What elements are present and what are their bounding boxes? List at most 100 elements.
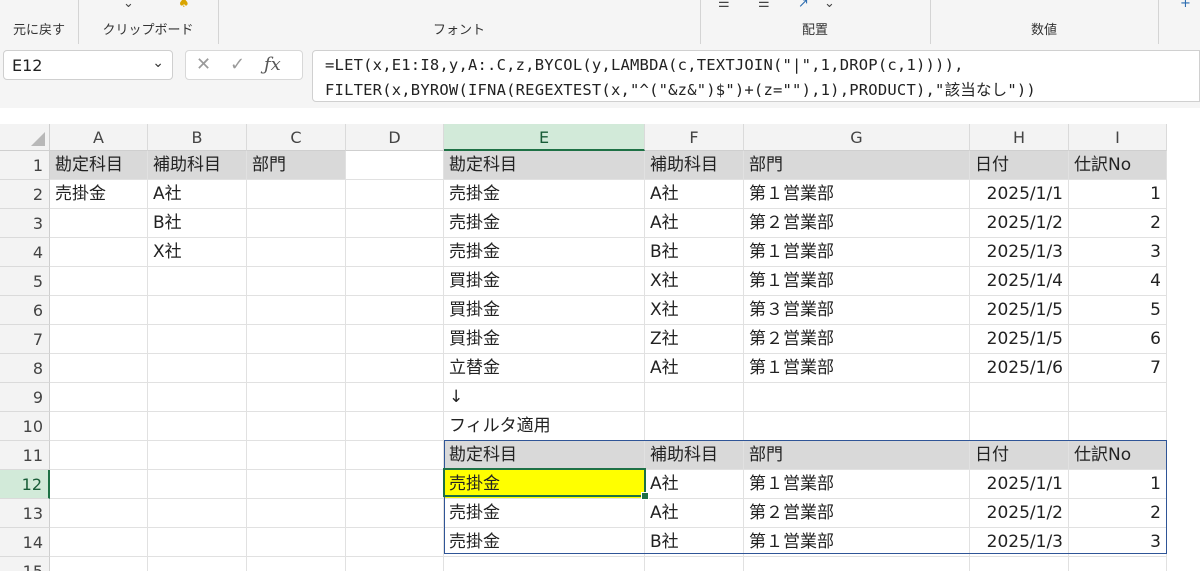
cell-b1[interactable]: 補助科目 (148, 151, 247, 180)
column-header-i[interactable]: I (1069, 124, 1167, 151)
cell-a8[interactable] (50, 354, 148, 383)
cell-f10[interactable] (645, 412, 744, 441)
cell-g12[interactable]: 第１営業部 (744, 470, 970, 499)
cell-h2[interactable]: 2025/1/1 (970, 180, 1069, 209)
cell-e12[interactable]: 売掛金 (444, 470, 645, 499)
enter-icon[interactable]: ✓ (230, 54, 245, 75)
cell-h8[interactable]: 2025/1/6 (970, 354, 1069, 383)
alignment-group[interactable]: ☰ ☰ ↗ ⌄ 配置 (700, 0, 931, 44)
column-header-d[interactable]: D (346, 124, 444, 151)
worksheet-grid[interactable]: A B C D E F G H I 1 勘定科目 補助科目 部門 勘定科目 補助科目 部門 日付 仕訳No 2 売掛金… (0, 124, 1200, 571)
row-header-7[interactable]: 7 (0, 325, 50, 354)
cell-g7[interactable]: 第２営業部 (744, 325, 970, 354)
cell-i10[interactable] (1069, 412, 1167, 441)
cell-d4[interactable] (346, 238, 444, 267)
cell-d5[interactable] (346, 267, 444, 296)
cell-e14[interactable]: 売掛金 (444, 528, 645, 557)
cell-d11[interactable] (346, 441, 444, 470)
column-header-e[interactable]: E (444, 124, 645, 151)
cell-d6[interactable] (346, 296, 444, 325)
cell-a13[interactable] (50, 499, 148, 528)
cell-c11[interactable] (247, 441, 346, 470)
cell-d8[interactable] (346, 354, 444, 383)
cell-f7[interactable]: Z社 (645, 325, 744, 354)
cell-b9[interactable] (148, 383, 247, 412)
cell-h13[interactable]: 2025/1/2 (970, 499, 1069, 528)
cell-b4[interactable]: X社 (148, 238, 247, 267)
decrease-indent-icon[interactable]: ☰ (718, 0, 730, 11)
cell-a5[interactable] (50, 267, 148, 296)
cell-a9[interactable] (50, 383, 148, 412)
column-header-c[interactable]: C (247, 124, 346, 151)
cell-f14[interactable]: B社 (645, 528, 744, 557)
cell-e8[interactable]: 立替金 (444, 354, 645, 383)
cell-g11[interactable]: 部門 (744, 441, 970, 470)
cell-e13[interactable]: 売掛金 (444, 499, 645, 528)
cell-b2[interactable]: A社 (148, 180, 247, 209)
cell-i6[interactable]: 5 (1069, 296, 1167, 325)
row-header-12[interactable]: 12 (0, 470, 50, 499)
cell-b7[interactable] (148, 325, 247, 354)
cell-f4[interactable]: B社 (645, 238, 744, 267)
column-header-b[interactable]: B (148, 124, 247, 151)
column-header-a[interactable]: A (50, 124, 148, 151)
cell-d9[interactable] (346, 383, 444, 412)
cell-c10[interactable] (247, 412, 346, 441)
cell-d10[interactable] (346, 412, 444, 441)
cell-b15[interactable] (148, 557, 247, 571)
cell-i11[interactable]: 仕訳No (1069, 441, 1167, 470)
cell-e11[interactable]: 勘定科目 (444, 441, 645, 470)
cell-b14[interactable] (148, 528, 247, 557)
fill-handle[interactable] (641, 492, 649, 500)
row-header-8[interactable]: 8 (0, 354, 50, 383)
cell-g5[interactable]: 第１営業部 (744, 267, 970, 296)
cell-c5[interactable] (247, 267, 346, 296)
cell-f9[interactable] (645, 383, 744, 412)
cell-b12[interactable] (148, 470, 247, 499)
row-header-11[interactable]: 11 (0, 441, 50, 470)
cell-h7[interactable]: 2025/1/5 (970, 325, 1069, 354)
cell-g9[interactable] (744, 383, 970, 412)
column-header-f[interactable]: F (645, 124, 744, 151)
cell-a7[interactable] (50, 325, 148, 354)
cell-f12[interactable]: A社 (645, 470, 744, 499)
add-icon[interactable]: + (1180, 0, 1191, 11)
increase-indent-icon[interactable]: ☰ (758, 0, 770, 11)
cell-b11[interactable] (148, 441, 247, 470)
row-header-5[interactable]: 5 (0, 267, 50, 296)
chevron-down-icon[interactable]: ⌄ (123, 0, 134, 11)
cell-d7[interactable] (346, 325, 444, 354)
cell-i3[interactable]: 2 (1069, 209, 1167, 238)
cell-c15[interactable] (247, 557, 346, 571)
cell-e7[interactable]: 買掛金 (444, 325, 645, 354)
cell-c3[interactable] (247, 209, 346, 238)
cell-h11[interactable]: 日付 (970, 441, 1069, 470)
row-header-4[interactable]: 4 (0, 238, 50, 267)
cell-f5[interactable]: X社 (645, 267, 744, 296)
cell-g15[interactable] (744, 557, 970, 571)
cell-a6[interactable] (50, 296, 148, 325)
cell-a12[interactable] (50, 470, 148, 499)
column-header-g[interactable]: G (744, 124, 970, 151)
cell-d3[interactable] (346, 209, 444, 238)
cell-e2[interactable]: 売掛金 (444, 180, 645, 209)
format-painter-icon[interactable]: ♠ (178, 0, 190, 11)
cell-f6[interactable]: X社 (645, 296, 744, 325)
cell-e6[interactable]: 買掛金 (444, 296, 645, 325)
cell-g2[interactable]: 第１営業部 (744, 180, 970, 209)
cell-d15[interactable] (346, 557, 444, 571)
orientation-icon[interactable]: ↗ (798, 0, 809, 11)
formula-input[interactable]: =LET(x,E1:I8,y,A:.C,z,BYCOL(y,LAMBDA(c,T… (312, 50, 1200, 102)
cancel-icon[interactable]: ✕ (196, 54, 211, 75)
cell-a15[interactable] (50, 557, 148, 571)
cell-f3[interactable]: A社 (645, 209, 744, 238)
cell-h4[interactable]: 2025/1/3 (970, 238, 1069, 267)
cell-g10[interactable] (744, 412, 970, 441)
cell-h15[interactable] (970, 557, 1069, 571)
cell-a3[interactable] (50, 209, 148, 238)
cell-f1[interactable]: 補助科目 (645, 151, 744, 180)
cell-c14[interactable] (247, 528, 346, 557)
cell-h9[interactable] (970, 383, 1069, 412)
cell-d13[interactable] (346, 499, 444, 528)
name-box[interactable]: E12 ⌄ (3, 50, 173, 80)
